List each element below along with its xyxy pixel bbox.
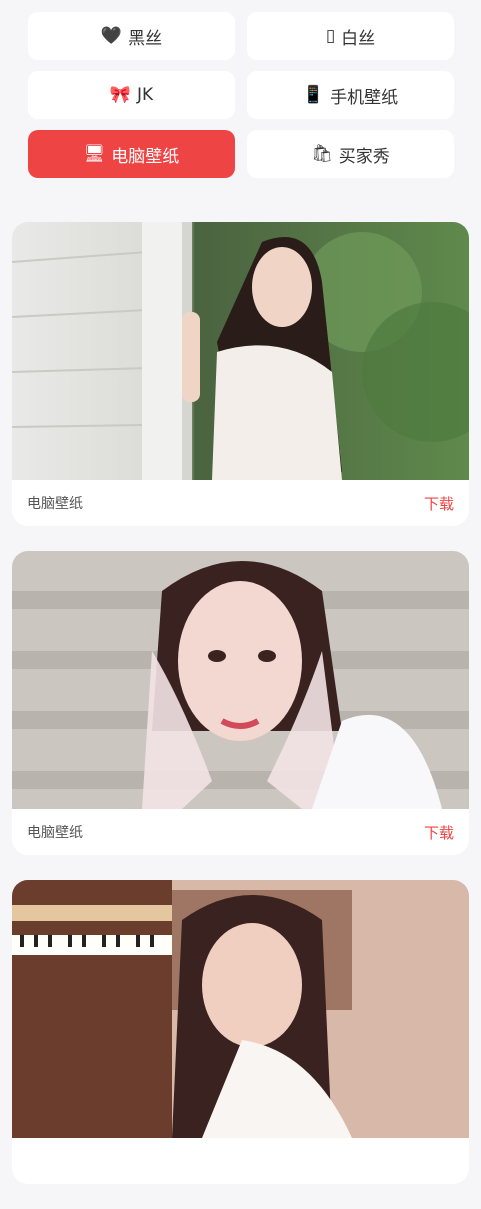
card-footer: 电脑壁纸 下载 — [12, 809, 469, 855]
card-footer — [12, 1138, 469, 1184]
wallpaper-list: 电脑壁纸 下载 电脑壁纸 下载 — [12, 222, 469, 1209]
category-pc-wallpaper-button[interactable]: 🖥 电脑壁纸 — [28, 130, 235, 178]
category-label: 黑丝 — [128, 28, 163, 49]
category-label: 手机壁纸 — [330, 87, 399, 108]
download-link[interactable]: 下载 — [424, 822, 454, 843]
computer-icon: 🖥 — [83, 143, 106, 164]
black-heart-icon: 🖤 — [100, 25, 123, 46]
white-box-icon: ▯ — [325, 25, 336, 46]
wallpaper-card: 电脑壁纸 下载 — [12, 551, 469, 855]
category-jk-button[interactable]: 🎀 JK — [28, 71, 235, 119]
ribbon-icon: 🎀 — [109, 84, 131, 105]
download-link[interactable]: 下载 — [424, 493, 454, 514]
category-baisi-button[interactable]: ▯ 白丝 — [247, 12, 454, 60]
category-phone-wallpaper-button[interactable]: 📱 手机壁纸 — [247, 71, 454, 119]
category-label: 电脑壁纸 — [111, 146, 180, 167]
card-category-label: 电脑壁纸 — [27, 496, 83, 512]
card-category-label: 电脑壁纸 — [27, 825, 83, 841]
category-label: 买家秀 — [338, 146, 390, 167]
category-grid: 🖤 黑丝 ▯ 白丝 🎀 JK 📱 手机壁纸 🖥 电脑壁纸 🛍 买家秀 — [28, 12, 454, 178]
wallpaper-image[interactable] — [12, 551, 469, 809]
shopping-bag-icon: 🛍 — [311, 143, 333, 164]
category-label: 白丝 — [341, 28, 376, 49]
card-footer: 电脑壁纸 下载 — [12, 480, 469, 526]
category-label: JK — [137, 85, 154, 105]
wallpaper-image[interactable] — [12, 222, 469, 480]
mobile-phone-icon: 📱 — [302, 84, 325, 105]
wallpaper-card: 电脑壁纸 下载 — [12, 222, 469, 526]
category-heisi-button[interactable]: 🖤 黑丝 — [28, 12, 235, 60]
wallpaper-image[interactable] — [12, 880, 469, 1138]
wallpaper-card — [12, 880, 469, 1184]
category-buyer-show-button[interactable]: 🛍 买家秀 — [247, 130, 454, 178]
